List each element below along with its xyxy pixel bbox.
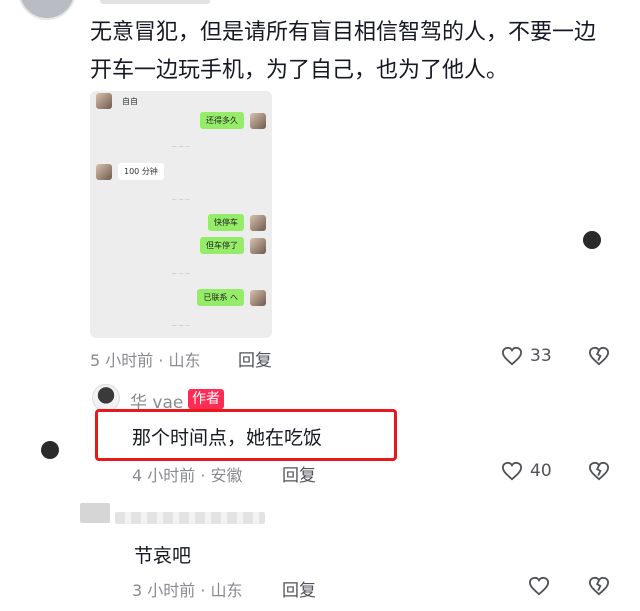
- blurred-username: [115, 512, 265, 524]
- reply-button[interactable]: 回复: [282, 461, 316, 486]
- chat-avatar: [250, 237, 266, 254]
- reply-text: 那个时间点，她在吃饭: [132, 427, 323, 449]
- like-heart-icon[interactable]: [501, 461, 523, 481]
- author-avatar[interactable]: [92, 384, 120, 412]
- chat-message: 已联系 へ: [197, 289, 244, 306]
- author-badge: 作者: [188, 389, 224, 409]
- chat-message: 100 分钟: [118, 163, 164, 180]
- chat-timestamp: — — —: [171, 144, 191, 150]
- comment-text: 无意冒犯，但是请所有盲目相信智驾的人，不要一边 开车一边玩手机，为了自己，也为了…: [90, 20, 597, 83]
- comment-text: 节哀吧: [134, 545, 192, 567]
- chat-timestamp: — — —: [171, 197, 191, 203]
- comment-image-chat-screenshot[interactable]: 自自 还得多久 — — — 100 分钟 — — — 快停车 但车停了 — — …: [90, 91, 272, 338]
- like-count: 40: [530, 461, 552, 481]
- chat-timestamp: — — —: [171, 271, 191, 277]
- chat-row: 自自: [96, 93, 142, 109]
- chat-message: 但车停了: [200, 237, 244, 254]
- chat-avatar: [250, 112, 266, 129]
- chat-row: 但车停了: [200, 237, 266, 254]
- chat-message: 自自: [122, 96, 138, 106]
- like-heart-icon[interactable]: [501, 346, 523, 366]
- like-heart-icon[interactable]: [528, 576, 550, 596]
- chat-avatar: [250, 289, 266, 306]
- dislike-broken-heart-icon[interactable]: [588, 346, 610, 366]
- chat-row: 100 分钟: [96, 163, 164, 180]
- chat-row: 快停车: [208, 214, 266, 231]
- comment-time-location: 5 小时前 · 山东: [90, 351, 201, 370]
- dislike-broken-heart-icon[interactable]: [588, 576, 610, 596]
- chat-row: 已联系 へ: [197, 289, 266, 306]
- avatar[interactable]: [18, 0, 76, 20]
- chat-row: 还得多久: [200, 112, 266, 129]
- comment-time-location: 3 小时前 · 山东: [132, 581, 243, 600]
- black-dot-marker: [41, 441, 59, 459]
- like-count: 33: [530, 346, 552, 366]
- reply-button[interactable]: 回复: [238, 346, 272, 371]
- chat-message: 还得多久: [200, 112, 244, 129]
- chat-avatar: [250, 214, 266, 231]
- blurred-avatar[interactable]: [80, 503, 110, 523]
- dislike-broken-heart-icon[interactable]: [588, 461, 610, 481]
- black-dot-marker: [583, 231, 601, 249]
- chat-message: 快停车: [208, 214, 244, 231]
- blurred-username: [100, 0, 210, 4]
- chat-avatar: [96, 163, 112, 180]
- chat-avatar: [96, 93, 112, 109]
- reply-button[interactable]: 回复: [282, 576, 316, 601]
- chat-timestamp: — — —: [171, 323, 191, 329]
- reply-time-location: 4 小时前 · 安徽: [132, 466, 243, 485]
